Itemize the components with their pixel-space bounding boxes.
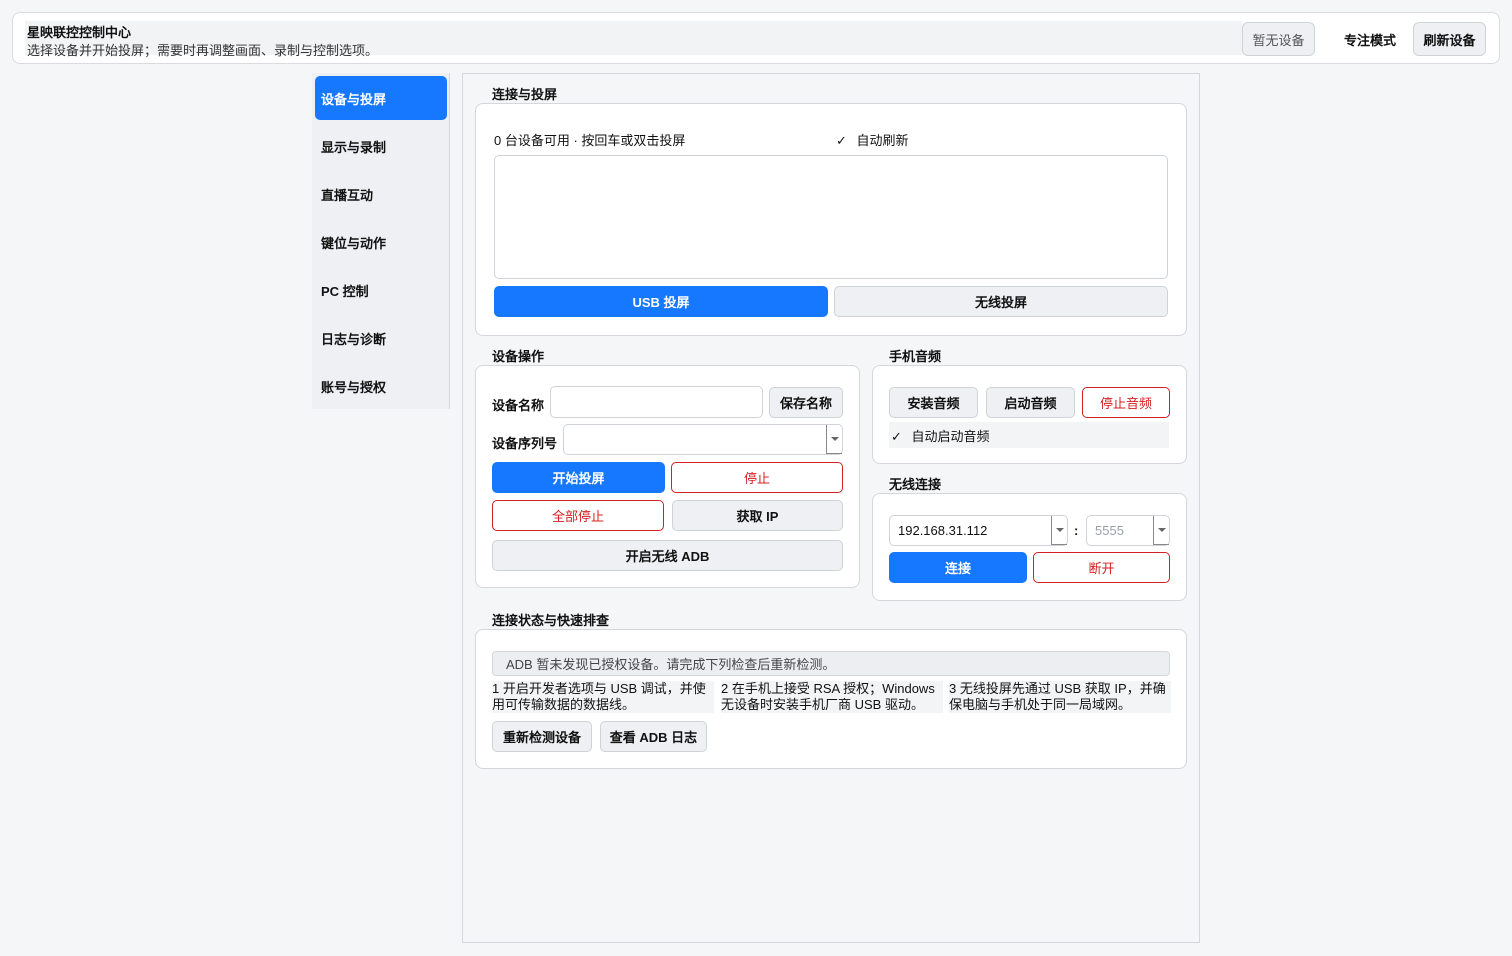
start-audio-button[interactable]: 启动音频	[986, 387, 1075, 418]
port-combo[interactable]: 5555	[1086, 515, 1170, 546]
sidebar-item-display[interactable]: 显示与录制	[315, 124, 447, 168]
audio-group-title: 手机音频	[884, 349, 948, 365]
sidebar-item-devices[interactable]: 设备与投屏	[315, 76, 447, 120]
troubleshoot-step-3: 3 无线投屏先通过 USB 获取 IP，并确保电脑与手机处于同一局域网。	[949, 681, 1171, 713]
serial-label: 设备序列号	[492, 436, 558, 451]
sidebar-item-logs[interactable]: 日志与诊断	[315, 316, 447, 360]
get-ip-button[interactable]: 获取 IP	[672, 500, 843, 531]
auto-start-audio-label: 自动启动音频	[911, 429, 990, 444]
app-title: 星映联控控制中心	[27, 25, 132, 40]
device-name-input[interactable]	[550, 386, 763, 418]
ip-combo[interactable]: 192.168.31.112	[889, 515, 1068, 546]
top-header: 星映联控控制中心 选择设备并开始投屏；需要时再调整画面、录制与控制选项。 暂无设…	[12, 12, 1500, 64]
device-name-label: 设备名称	[492, 398, 545, 413]
status-group: ADB 暂未发现已授权设备。请完成下列检查后重新检测。 1 开启开发者选项与 U…	[475, 629, 1187, 769]
stop-audio-button[interactable]: 停止音频	[1082, 387, 1170, 418]
sidebar-item-keymap[interactable]: 键位与动作	[315, 220, 447, 264]
wireless-group: 192.168.31.112 : 5555 连接 断开	[872, 493, 1187, 601]
connect-group: 0 台设备可用 · 按回车或双击投屏 ✓ 自动刷新 USB 投屏 无线投屏	[475, 103, 1187, 336]
check-icon: ✓	[891, 429, 902, 444]
install-audio-button[interactable]: 安装音频	[889, 387, 978, 418]
disconnect-button[interactable]: 断开	[1033, 552, 1170, 583]
device-list[interactable]	[494, 155, 1168, 279]
recheck-devices-button[interactable]: 重新检测设备	[492, 721, 592, 752]
status-group-title: 连接状态与快速排查	[487, 613, 616, 629]
auto-refresh-checkbox[interactable]: ✓ 自动刷新	[836, 130, 909, 149]
ip-value: 192.168.31.112	[898, 523, 988, 538]
usb-cast-button[interactable]: USB 投屏	[494, 286, 828, 317]
device-status-button[interactable]: 暂无设备	[1242, 22, 1315, 56]
port-placeholder: 5555	[1095, 523, 1124, 538]
app-subtitle: 选择设备并开始投屏；需要时再调整画面、录制与控制选项。	[27, 43, 379, 58]
device-ops-group: 设备名称 保存名称 设备序列号 开始投屏 停止 全部停止 获取 IP 开启无线 …	[475, 365, 860, 588]
chevron-down-icon[interactable]	[1153, 516, 1169, 545]
wireless-cast-button[interactable]: 无线投屏	[834, 286, 1168, 317]
sidebar-item-account[interactable]: 账号与授权	[315, 364, 447, 408]
troubleshoot-step-2: 2 在手机上接受 RSA 授权；Windows 无设备时安装手机厂商 USB 驱…	[721, 681, 943, 713]
sidebar-item-pc-control[interactable]: PC 控制	[315, 268, 447, 312]
sidebar-item-live[interactable]: 直播互动	[315, 172, 447, 216]
focus-mode-button[interactable]: 专注模式	[1335, 22, 1405, 56]
enable-wireless-adb-button[interactable]: 开启无线 ADB	[492, 540, 843, 571]
stop-all-button[interactable]: 全部停止	[492, 500, 664, 531]
device-ops-title: 设备操作	[487, 349, 551, 365]
auto-start-audio-checkbox[interactable]: ✓ 自动启动音频	[889, 422, 1169, 448]
auto-refresh-label: 自动刷新	[856, 133, 909, 148]
chevron-down-icon[interactable]	[1051, 516, 1067, 545]
chevron-down-icon[interactable]	[826, 425, 842, 454]
serial-select[interactable]	[563, 424, 843, 455]
connect-group-title: 连接与投屏	[487, 87, 564, 103]
troubleshoot-step-1: 1 开启开发者选项与 USB 调试，并使用可传输数据的数据线。	[492, 681, 714, 713]
ip-port-separator: :	[1074, 523, 1079, 538]
adb-status-message: ADB 暂未发现已授权设备。请完成下列检查后重新检测。	[492, 651, 1170, 676]
header-text-area: 星映联控控制中心 选择设备并开始投屏；需要时再调整画面、录制与控制选项。	[25, 21, 1242, 58]
audio-group: 安装音频 启动音频 停止音频 ✓ 自动启动音频	[872, 365, 1187, 464]
refresh-devices-button[interactable]: 刷新设备	[1413, 22, 1486, 56]
check-icon: ✓	[836, 133, 847, 148]
sidebar-nav: 设备与投屏 显示与录制 直播互动 键位与动作 PC 控制 日志与诊断 账号与授权	[312, 73, 450, 409]
connect-button[interactable]: 连接	[889, 552, 1027, 583]
start-cast-button[interactable]: 开始投屏	[492, 462, 665, 493]
view-adb-log-button[interactable]: 查看 ADB 日志	[600, 721, 707, 752]
device-count-label: 0 台设备可用 · 按回车或双击投屏	[494, 133, 686, 148]
save-name-button[interactable]: 保存名称	[769, 387, 843, 418]
wireless-group-title: 无线连接	[884, 477, 948, 493]
stop-button[interactable]: 停止	[671, 462, 843, 493]
